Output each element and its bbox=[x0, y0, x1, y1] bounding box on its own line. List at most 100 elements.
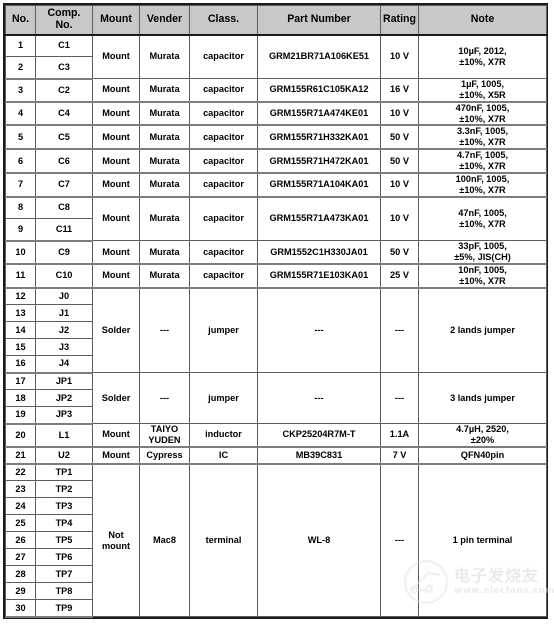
cell-no: 16 bbox=[5, 355, 36, 374]
table-row: 6 C6 Mount Murata capacitor GRM155R71H472KA01… bbox=[5, 148, 547, 174]
cell-part: GRM155R61C105KA12 bbox=[257, 77, 381, 103]
cell-class: capacitor bbox=[189, 77, 258, 103]
cell-no: 19 bbox=[5, 406, 36, 425]
cell-note-line1: 4.7nF, 1005, bbox=[456, 150, 509, 161]
cell-comp-no: J1 bbox=[35, 304, 93, 323]
cell-mount: Mount bbox=[92, 101, 140, 127]
cell-rating: 7 V bbox=[380, 446, 419, 465]
cell-comp-no: J0 bbox=[35, 287, 93, 306]
cell-no: 17 bbox=[5, 372, 36, 391]
cell-no: 18 bbox=[5, 389, 36, 408]
cell-comp-no: C5 bbox=[35, 124, 93, 151]
bom-table: No. Comp. No. Mount Vender Class. Part N… bbox=[5, 5, 547, 618]
cell-note: 100nF, 1005, ±10%, X7R bbox=[418, 172, 547, 198]
cell-comp-no: TP4 bbox=[35, 514, 93, 533]
cell-vender-line1: TAIYO bbox=[150, 424, 179, 435]
cell-no: 30 bbox=[5, 599, 36, 618]
cell-comp-no: TP5 bbox=[35, 531, 93, 550]
cell-part: GRM1552C1H330JA01 bbox=[257, 240, 381, 265]
cell-note: 1 pin terminal bbox=[418, 463, 547, 618]
column-header-part-number: Part Number bbox=[257, 5, 381, 36]
cell-no: 20 bbox=[5, 423, 36, 448]
cell-mount: Mount bbox=[92, 77, 140, 103]
cell-comp-no: JP1 bbox=[35, 372, 93, 391]
cell-no: 12 bbox=[5, 287, 36, 306]
cell-note-line2: ±10%, X7R bbox=[459, 218, 506, 229]
table-body: 1 C1 Mount Murata capacitor GRM21BR71A106KE51… bbox=[5, 34, 547, 618]
cell-class: capacitor bbox=[189, 263, 258, 289]
cell-comp-no: C2 bbox=[35, 77, 93, 103]
cell-mount: Mount bbox=[92, 263, 140, 289]
cell-note: 47nF, 1005, ±10%, X7R bbox=[418, 196, 547, 242]
cell-comp-no: C10 bbox=[35, 263, 93, 289]
column-header-rating: Rating bbox=[380, 5, 419, 36]
cell-no: 29 bbox=[5, 582, 36, 601]
cell-mount: Mount bbox=[92, 423, 140, 448]
cell-vender: Murata bbox=[139, 34, 190, 79]
cell-no: 10 bbox=[5, 240, 36, 265]
cell-rating: 10 V bbox=[380, 34, 419, 79]
cell-class: IC bbox=[189, 446, 258, 465]
cell-vender: Murata bbox=[139, 196, 190, 242]
cell-class: terminal bbox=[189, 463, 258, 618]
cell-part: GRM155R71H472KA01 bbox=[257, 148, 381, 174]
cell-vender: TAIYO YUDEN bbox=[139, 423, 190, 448]
cell-note-line2: ±10%, X7R bbox=[459, 137, 506, 148]
column-header-comp-no-line1: Comp. bbox=[47, 7, 81, 20]
cell-note: 470nF, 1005, ±10%, X7R bbox=[418, 101, 547, 127]
cell-part: --- bbox=[257, 372, 381, 425]
column-header-vender: Vender bbox=[139, 5, 190, 36]
column-header-class: Class. bbox=[189, 5, 258, 36]
cell-note-line1: 33pF, 1005, bbox=[458, 241, 507, 252]
table-row: 3 C2 Mount Murata capacitor GRM155R61C105KA12… bbox=[5, 77, 547, 103]
cell-no: 5 bbox=[5, 124, 36, 151]
cell-note: 3 lands jumper bbox=[418, 372, 547, 425]
cell-class: inductor bbox=[189, 423, 258, 448]
cell-mount: Solder bbox=[92, 372, 140, 425]
cell-rating: --- bbox=[380, 287, 419, 374]
cell-rating: 1.1A bbox=[380, 423, 419, 448]
cell-note-line1: 3.3nF, 1005, bbox=[456, 126, 509, 137]
cell-vender: Murata bbox=[139, 263, 190, 289]
cell-class: capacitor bbox=[189, 240, 258, 265]
cell-class: capacitor bbox=[189, 124, 258, 151]
cell-note: 4.7µH, 2520, ±20% bbox=[418, 423, 547, 448]
table-header: No. Comp. No. Mount Vender Class. Part N… bbox=[5, 5, 547, 36]
header-row: No. Comp. No. Mount Vender Class. Part N… bbox=[5, 5, 547, 36]
cell-rating: 50 V bbox=[380, 148, 419, 174]
cell-rating: 10 V bbox=[380, 172, 419, 198]
cell-mount: Mount bbox=[92, 148, 140, 174]
cell-no: 25 bbox=[5, 514, 36, 533]
column-header-comp-no: Comp. No. bbox=[35, 5, 93, 36]
cell-note-line2: ±10%, X7R bbox=[459, 161, 506, 172]
table-row: 4 C4 Mount Murata capacitor GRM155R71A474KE01… bbox=[5, 101, 547, 127]
column-header-comp-no-line2: No. bbox=[55, 18, 73, 31]
bom-table-container: No. Comp. No. Mount Vender Class. Part N… bbox=[3, 3, 548, 619]
cell-note-line1: 10µF, 2012, bbox=[458, 45, 507, 56]
cell-comp-no: TP3 bbox=[35, 497, 93, 516]
cell-mount: Mount bbox=[92, 124, 140, 151]
cell-no: 22 bbox=[5, 463, 36, 482]
table-row: 7 C7 Mount Murata capacitor GRM155R71A104KA01… bbox=[5, 172, 547, 198]
cell-class: jumper bbox=[189, 287, 258, 374]
table-row: 11 C10 Mount Murata capacitor GRM155R71E103KA… bbox=[5, 263, 547, 289]
cell-no: 8 bbox=[5, 196, 36, 220]
cell-comp-no: C6 bbox=[35, 148, 93, 174]
cell-rating: 10 V bbox=[380, 101, 419, 127]
table-row: 21 U2 Mount Cypress IC MB39C831 7 V QFN40pin bbox=[5, 446, 547, 465]
cell-class: capacitor bbox=[189, 34, 258, 79]
cell-mount: Not mount bbox=[92, 463, 140, 618]
cell-note: 1µF, 1005, ±10%, X5R bbox=[418, 77, 547, 103]
cell-no: 9 bbox=[5, 218, 36, 242]
cell-note-line2: ±5%, JIS(CH) bbox=[454, 251, 511, 262]
cell-no: 21 bbox=[5, 446, 36, 465]
cell-part: WL-8 bbox=[257, 463, 381, 618]
cell-mount: Solder bbox=[92, 287, 140, 374]
cell-no: 26 bbox=[5, 531, 36, 550]
cell-class: capacitor bbox=[189, 101, 258, 127]
cell-note: QFN40pin bbox=[418, 446, 547, 465]
cell-part: --- bbox=[257, 287, 381, 374]
cell-vender: Murata bbox=[139, 148, 190, 174]
cell-vender: --- bbox=[139, 287, 190, 374]
cell-note: 10µF, 2012, ±10%, X7R bbox=[418, 34, 547, 79]
